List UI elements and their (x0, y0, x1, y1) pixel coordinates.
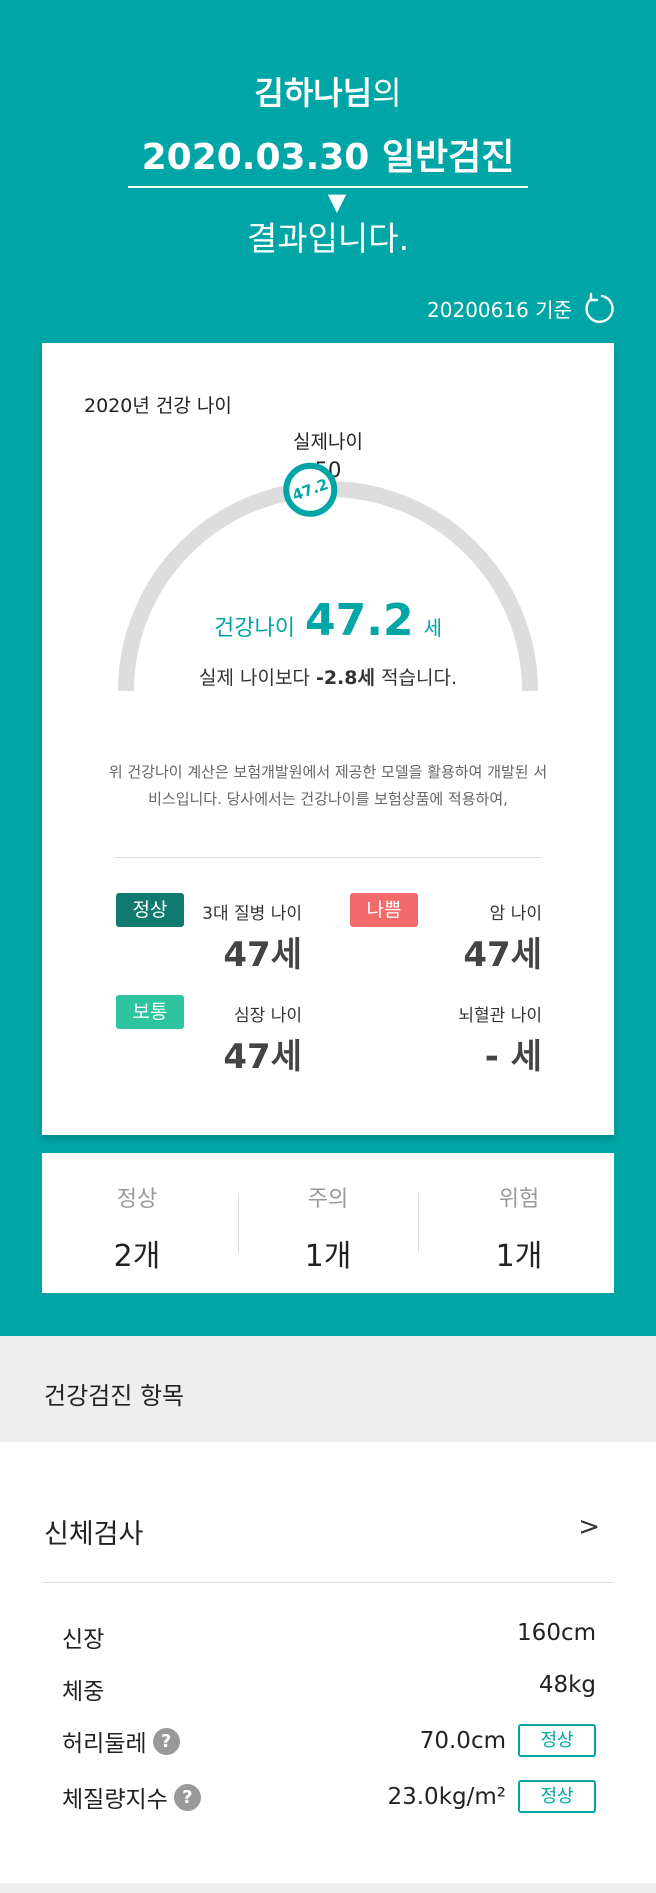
body-exam-title[interactable]: 신체검사 (44, 1512, 143, 1551)
measure-row-waist: 허리둘레? 70.0cm 정상 (62, 1724, 596, 1764)
health-age-marker: 47.2 (283, 462, 338, 517)
card-divider (114, 857, 542, 858)
health-age-value: 47.2 (305, 595, 414, 646)
help-icon[interactable]: ? (173, 1783, 201, 1811)
select-underline (128, 186, 528, 188)
as-of-date: 20200616 기준 (427, 291, 616, 325)
section-header: 건강검진 항목 (0, 1336, 656, 1442)
health-age-card: 2020년 건강 나이 실제나이 50 47.2 건강나이47.2세 실제 나이… (42, 343, 614, 1135)
measure-label: 체질량지수 (62, 1787, 168, 1813)
measure-value: 23.0kg/m² (387, 1783, 506, 1810)
measure-row-weight: 체중 48kg (62, 1672, 596, 1712)
health-age-unit: 세 (423, 616, 442, 640)
measure-value: 160cm (517, 1620, 596, 1646)
status-badge: 정상 (518, 1780, 596, 1813)
refresh-icon[interactable] (582, 291, 616, 325)
metric-value-3: 47세 (223, 1037, 302, 1077)
help-icon[interactable]: ? (152, 1727, 180, 1755)
summary-label: 위험 (498, 1187, 540, 1212)
status-badge: 정상 (518, 1724, 596, 1757)
diff-value: -2.8세 (315, 667, 375, 689)
summary-label: 정상 (116, 1187, 158, 1212)
summary-value: 2개 (113, 1239, 161, 1274)
user-name: 김하나님 (254, 74, 373, 112)
metric-label-1: 3대 질병 나이 (202, 904, 302, 924)
measure-value: 48kg (538, 1672, 596, 1698)
disclaimer-note: 위 건강나이 계산은 보험개발원에서 제공한 모델을 활용하여 개발된 서비스입… (108, 763, 548, 808)
metric-value-4: - 세 (484, 1037, 542, 1077)
summary-caution: 주의 1개 (233, 1153, 423, 1275)
summary-label: 주의 (307, 1187, 349, 1212)
metric-badge-2: 나쁨 (350, 893, 418, 927)
summary-divider (418, 1193, 419, 1253)
user-name-suffix: 의 (372, 74, 402, 112)
chevron-right-icon[interactable]: > (578, 1512, 600, 1542)
gauge-track (118, 481, 538, 692)
diff-prefix: 실제 나이보다 (198, 667, 310, 689)
result-summary: 정상 2개 주의 1개 위험 1개 (42, 1153, 614, 1293)
section-title: 건강검진 항목 (44, 1382, 185, 1410)
metric-value-1: 47세 (223, 935, 302, 975)
metric-badge-1: 정상 (116, 893, 184, 927)
summary-danger: 위험 1개 (424, 1153, 614, 1275)
age-difference: 실제 나이보다 -2.8세 적습니다. (42, 663, 614, 690)
exam-date-label: 2020.03.30 일반검진 (141, 137, 515, 178)
measure-row-bmi: 체질량지수? 23.0kg/m² 정상 (62, 1780, 596, 1820)
diff-suffix: 적습니다. (381, 667, 457, 689)
metric-label-2: 암 나이 (489, 904, 542, 924)
user-title: 김하나님의 (0, 68, 656, 114)
exam-date-select[interactable]: 2020.03.30 일반검진▼ (128, 128, 528, 221)
bottom-band (0, 1883, 656, 1893)
measure-label: 체중 (62, 1679, 105, 1705)
metric-label-4: 뇌혈관 나이 (458, 1006, 542, 1026)
group-divider (42, 1582, 614, 1583)
metric-value-2: 47세 (463, 935, 542, 975)
health-age-label: 건강나이 (214, 616, 295, 641)
summary-value: 1개 (304, 1239, 352, 1274)
measure-row-height: 신장 160cm (62, 1620, 596, 1660)
summary-normal: 정상 2개 (42, 1153, 232, 1275)
metric-label-3: 심장 나이 (234, 1006, 302, 1026)
measure-label: 허리둘레 (62, 1731, 147, 1757)
measure-value: 70.0cm (419, 1727, 506, 1754)
measure-label: 신장 (62, 1627, 105, 1653)
result-text: 결과입니다. (246, 219, 410, 258)
metric-badge-3: 보통 (116, 995, 184, 1029)
result-header: 김하나님의 2020.03.30 일반검진▼ 결과입니다. 20200616 기… (0, 0, 656, 1336)
summary-value: 1개 (495, 1239, 543, 1274)
as-of-label: 20200616 기준 (427, 297, 572, 322)
health-age-display: 건강나이 47.2 세 (42, 595, 614, 646)
